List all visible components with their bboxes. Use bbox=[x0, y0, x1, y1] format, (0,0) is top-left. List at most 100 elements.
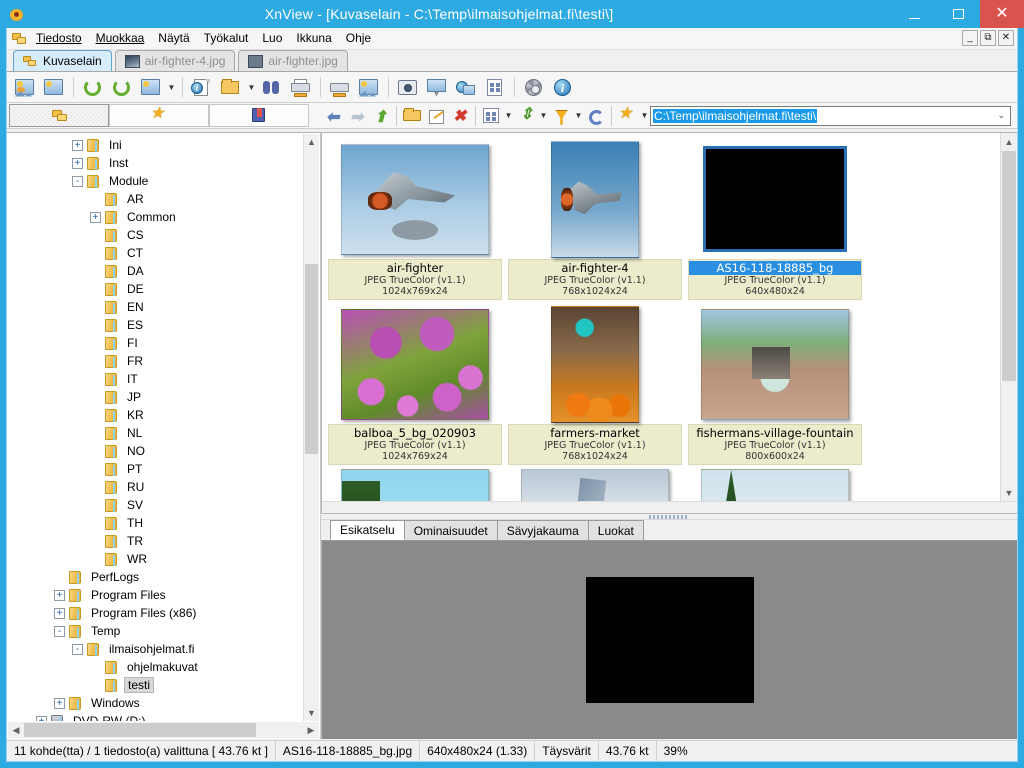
mdi-close-button[interactable]: ✕ bbox=[998, 30, 1014, 46]
expand-icon[interactable]: + bbox=[54, 607, 65, 619]
preview-tab[interactable]: Luokat bbox=[587, 520, 644, 540]
filter-button[interactable] bbox=[549, 105, 573, 127]
tree-node[interactable]: ES bbox=[8, 316, 302, 334]
thumbnail-item[interactable]: fishermans-village-fountain JPEG TrueColo… bbox=[688, 304, 862, 465]
back-button[interactable]: ⬅ bbox=[321, 105, 345, 127]
convert-button[interactable] bbox=[137, 74, 165, 101]
tree-node[interactable]: WR bbox=[8, 550, 302, 568]
menu-item-ikkuna[interactable]: Ikkuna bbox=[289, 29, 338, 48]
batch-convert-button[interactable] bbox=[355, 74, 383, 101]
preview-tab[interactable]: Esikatselu bbox=[330, 520, 405, 540]
tree-node[interactable]: EN bbox=[8, 298, 302, 316]
fullscreen-button[interactable] bbox=[40, 74, 68, 101]
tab-air-fighter-4[interactable]: air-fighter-4.jpg bbox=[114, 50, 236, 71]
new-folder-button[interactable] bbox=[400, 105, 424, 127]
tree-node[interactable]: RU bbox=[8, 478, 302, 496]
preview-tab[interactable]: Ominaisuudet bbox=[403, 520, 498, 540]
tree-vertical-scrollbar[interactable]: ▲ ▼ bbox=[303, 134, 319, 721]
favorites-dropdown-arrow[interactable]: ▼ bbox=[639, 102, 650, 129]
thumbnail-item[interactable]: farmers-market JPEG TrueColor (v1.1) 768x1… bbox=[508, 304, 682, 465]
minimize-button[interactable] bbox=[892, 0, 936, 28]
expand-icon[interactable]: + bbox=[54, 589, 65, 601]
tree-node[interactable]: + Ini bbox=[8, 136, 302, 154]
tree-node[interactable]: + Program Files (x86) bbox=[8, 604, 302, 622]
tree-node[interactable]: - Temp bbox=[8, 622, 302, 640]
tree-node[interactable]: CS bbox=[8, 226, 302, 244]
export-dropdown-arrow[interactable]: ▼ bbox=[246, 74, 257, 101]
tree-node[interactable]: testi bbox=[8, 676, 302, 694]
tree-node[interactable]: + Common bbox=[8, 208, 302, 226]
favorites-view-button[interactable]: ★ bbox=[109, 104, 209, 127]
menu-item-nayta[interactable]: Näytä bbox=[151, 29, 196, 48]
forward-button[interactable]: ➡ bbox=[345, 105, 369, 127]
collapse-icon[interactable]: - bbox=[72, 175, 83, 187]
folders-view-button[interactable] bbox=[9, 104, 109, 127]
up-button[interactable]: ⬆ bbox=[369, 105, 393, 127]
scroll-thumb[interactable] bbox=[305, 264, 318, 454]
tree-node[interactable]: KR bbox=[8, 406, 302, 424]
menu-item-ohje[interactable]: Ohje bbox=[339, 29, 378, 48]
thumbnail-item[interactable]: air-fighter-4 JPEG TrueColor (v1.1) 768x10… bbox=[508, 139, 682, 300]
about-button[interactable]: i bbox=[549, 74, 577, 101]
thumbnail-item[interactable] bbox=[688, 469, 862, 501]
export-button[interactable] bbox=[217, 74, 245, 101]
scroll-thumb[interactable] bbox=[24, 723, 256, 737]
tree-node[interactable]: IT bbox=[8, 370, 302, 388]
chevron-down-icon[interactable]: ⌄ bbox=[997, 110, 1008, 121]
tree-node[interactable]: FI bbox=[8, 334, 302, 352]
thumbnail-item[interactable] bbox=[328, 469, 502, 501]
tree-node[interactable]: + Inst bbox=[8, 154, 302, 172]
tree-node[interactable]: AR bbox=[8, 190, 302, 208]
sort-button[interactable]: ⇕ bbox=[514, 105, 538, 127]
collapse-icon[interactable]: - bbox=[54, 625, 65, 637]
splitter-grip[interactable] bbox=[649, 515, 689, 519]
thumbnail-item[interactable] bbox=[508, 469, 682, 501]
thumbnail-image[interactable] bbox=[521, 469, 669, 501]
tree-node[interactable]: SV bbox=[8, 496, 302, 514]
rename-button[interactable] bbox=[424, 105, 448, 127]
thumbnail-image[interactable] bbox=[701, 308, 849, 420]
pane-splitter[interactable] bbox=[321, 514, 1017, 520]
tree-node[interactable]: + Windows bbox=[8, 694, 302, 712]
tab-air-fighter[interactable]: air-fighter.jpg bbox=[238, 50, 348, 71]
rotate-left-button[interactable] bbox=[79, 74, 107, 101]
convert-dropdown-arrow[interactable]: ▼ bbox=[166, 74, 177, 101]
thumbnail-image[interactable] bbox=[703, 146, 847, 252]
refresh-button[interactable] bbox=[584, 105, 608, 127]
preview-tabs[interactable]: Esikatselu Ominaisuudet Sävyjakauma Luokat bbox=[321, 520, 1017, 541]
mdi-restore-button[interactable]: ⧉ bbox=[980, 30, 996, 46]
expand-icon[interactable]: + bbox=[90, 211, 101, 223]
thumbnails-vertical-scrollbar[interactable]: ▲ ▼ bbox=[1000, 133, 1017, 501]
preview-tab[interactable]: Sävyjakauma bbox=[496, 520, 589, 540]
view-mode-button[interactable] bbox=[479, 105, 503, 127]
view-mode-dropdown-arrow[interactable]: ▼ bbox=[503, 102, 514, 129]
tree-horizontal-scrollbar[interactable]: ◀ ▶ bbox=[8, 722, 319, 738]
rotate-right-button[interactable] bbox=[108, 74, 136, 101]
close-button[interactable]: ✕ bbox=[980, 0, 1024, 28]
menu-item-tyokalut[interactable]: Työkalut bbox=[197, 29, 256, 48]
catalog-view-button[interactable] bbox=[209, 104, 309, 127]
thumbnail-item[interactable]: balboa_5_bg_020903 JPEG TrueColor (v1.1) 1… bbox=[328, 304, 502, 465]
slideshow-button[interactable] bbox=[423, 74, 451, 101]
expand-icon[interactable]: + bbox=[72, 139, 83, 151]
delete-button[interactable]: ✖ bbox=[448, 105, 472, 127]
tree-node[interactable]: NL bbox=[8, 424, 302, 442]
web-page-button[interactable] bbox=[452, 74, 480, 101]
tree-node[interactable]: + DVD-RW (D:) bbox=[8, 712, 302, 721]
filter-dropdown-arrow[interactable]: ▼ bbox=[573, 102, 584, 129]
scan-button[interactable] bbox=[326, 74, 354, 101]
tree-node[interactable]: PT bbox=[8, 460, 302, 478]
scroll-down-icon[interactable]: ▼ bbox=[304, 705, 319, 721]
favorites-button[interactable]: ★ bbox=[615, 105, 639, 127]
thumbnail-image[interactable] bbox=[551, 140, 639, 258]
tree-node[interactable]: NO bbox=[8, 442, 302, 460]
thumbnail-grid[interactable]: air-fighter JPEG TrueColor (v1.1) 1024x769… bbox=[322, 133, 1000, 501]
screen-capture-button[interactable] bbox=[394, 74, 422, 101]
expand-icon[interactable]: + bbox=[54, 697, 65, 709]
scroll-up-icon[interactable]: ▲ bbox=[304, 134, 319, 150]
tree-node[interactable]: PerfLogs bbox=[8, 568, 302, 586]
contact-sheet-button[interactable] bbox=[481, 74, 509, 101]
folder-tree[interactable]: + Ini + Inst - Module AR + Common CS CT DA DE EN ES FI F… bbox=[8, 134, 302, 721]
tree-node[interactable]: CT bbox=[8, 244, 302, 262]
tree-node[interactable]: TH bbox=[8, 514, 302, 532]
